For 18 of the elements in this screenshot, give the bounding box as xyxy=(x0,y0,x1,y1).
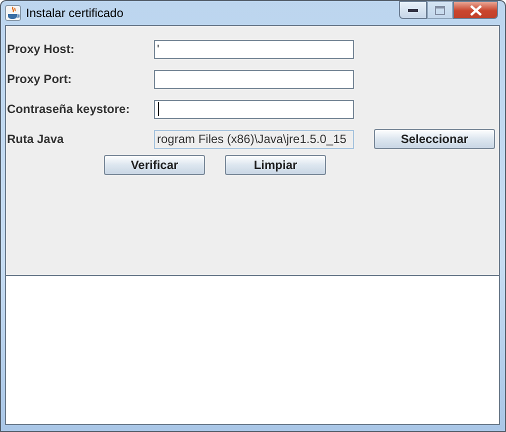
field-label: Proxy Port: xyxy=(6,71,73,88)
java-cup-icon xyxy=(5,5,21,21)
field-label: Contraseña keystore: xyxy=(6,101,131,118)
maximize-icon xyxy=(435,6,445,14)
window-title: Instalar certificado xyxy=(26,5,124,22)
action-button[interactable]: Limpiar xyxy=(225,155,326,175)
close-icon xyxy=(470,4,482,16)
minimize-button[interactable] xyxy=(399,1,427,19)
field-label: Proxy Host: xyxy=(6,41,76,58)
field-label: Ruta Java xyxy=(6,131,65,148)
input-field[interactable]: ' xyxy=(154,40,354,58)
close-button[interactable] xyxy=(453,1,498,19)
minimize-icon xyxy=(408,8,418,12)
input-field[interactable]: rogram Files (x86)\Java\jre1.5.0_15 xyxy=(154,130,354,148)
input-field[interactable] xyxy=(154,100,354,118)
input-field[interactable] xyxy=(154,70,354,88)
select-button[interactable]: Seleccionar xyxy=(374,129,495,149)
action-button[interactable]: Verificar xyxy=(104,155,205,175)
